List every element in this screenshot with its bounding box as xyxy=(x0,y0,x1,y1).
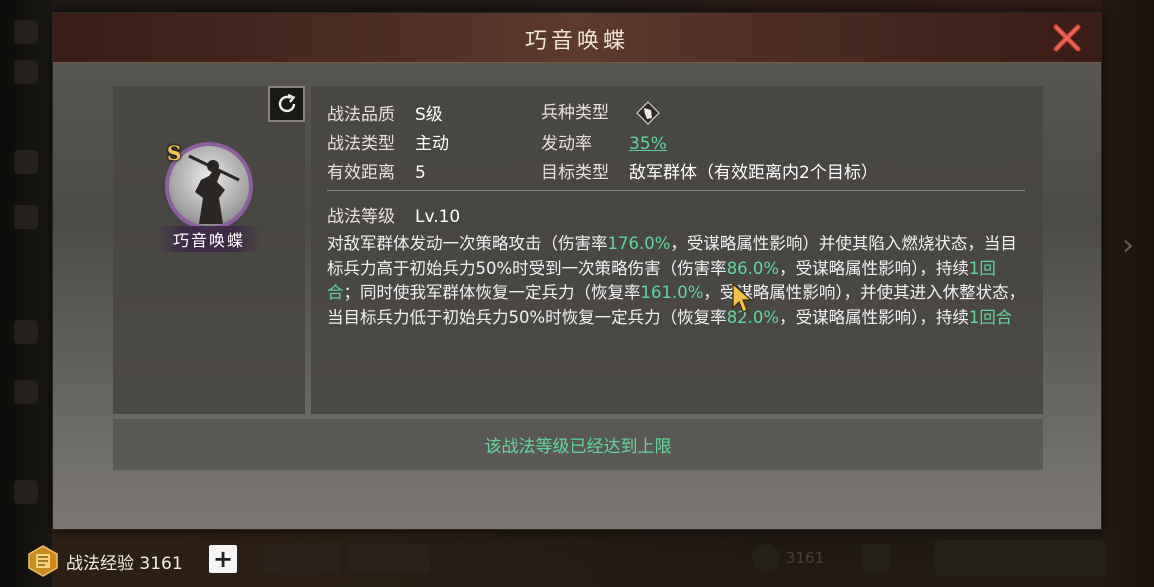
tactic-detail-dialog: 巧音唤蝶 S 巧音唤蝶 战法品质 S级 兵种类型 战法类型 主动 发动率 35%… xyxy=(52,12,1102,530)
close-x-icon xyxy=(1053,24,1081,52)
right-rail: › xyxy=(1102,0,1154,587)
level-label: 战法等级 xyxy=(327,207,395,227)
background-button xyxy=(935,540,1105,576)
desc-text: ；同时使我军群体恢复一定兵力（恢复率 xyxy=(343,283,641,302)
background-button xyxy=(350,544,430,574)
trigger-rate-value[interactable]: 35% xyxy=(629,134,667,154)
background-button xyxy=(265,544,340,574)
target-label: 目标类型 xyxy=(541,163,609,183)
exp-label: 战法经验 xyxy=(66,554,134,574)
desc-highlight: 1回合 xyxy=(968,307,1013,327)
range-row: 有效距离 5 xyxy=(327,158,426,183)
cavalry-unit-icon xyxy=(636,101,660,125)
trigger-rate-row: 发动率 35% xyxy=(541,129,667,154)
info-panel: 战法品质 S级 兵种类型 战法类型 主动 发动率 35% 有效距离 5 目标类型 敌军群体… xyxy=(311,86,1043,414)
rail-icon xyxy=(14,380,38,404)
target-row: 目标类型 敌军群体（有效距离内2个目标） xyxy=(541,158,878,183)
type-value: 主动 xyxy=(415,134,449,154)
mouse-cursor-icon xyxy=(732,282,753,313)
exp-value: 3161 xyxy=(139,554,183,574)
troop-type-row: 兵种类型 xyxy=(541,98,661,126)
chevron-right-icon[interactable]: › xyxy=(1122,228,1134,263)
add-exp-button[interactable]: + xyxy=(209,545,237,573)
background-exp-value: 3161 xyxy=(786,549,825,567)
rail-icon xyxy=(14,60,38,84)
portrait-panel: S 巧音唤蝶 xyxy=(113,86,305,414)
desc-text: 对敌军群体发动一次策略攻击（伤害率 xyxy=(327,234,608,253)
tactic-description: 对敌军群体发动一次策略攻击（伤害率176.0%，受谋略属性影响）并使其陷入燃烧状… xyxy=(327,232,1027,330)
background-icon xyxy=(752,544,780,572)
rail-icon xyxy=(14,150,38,174)
desc-text: ，受谋略属性影响），持续 xyxy=(779,307,969,327)
desc-highlight: 86.0% xyxy=(726,258,780,278)
max-level-notice: 该战法等级已经达到上限 xyxy=(113,419,1043,470)
dialog-title: 巧音唤蝶 xyxy=(524,29,629,54)
quality-row: 战法品质 S级 xyxy=(327,100,443,125)
range-label: 有效距离 xyxy=(327,163,395,183)
desc-highlight: 161.0% xyxy=(640,283,704,302)
type-row: 战法类型 主动 xyxy=(327,129,449,154)
refresh-button[interactable] xyxy=(268,86,305,122)
trigger-rate-label: 发动率 xyxy=(541,134,592,154)
desc-text: ，受谋略属性影响），持续 xyxy=(779,258,969,278)
divider xyxy=(327,190,1025,191)
level-row: 战法等级 Lv.10 xyxy=(327,202,460,227)
background-icon xyxy=(862,544,890,572)
left-rail xyxy=(0,0,52,587)
footer-bar: 战法经验 3161 + 3161 xyxy=(0,530,1154,587)
exp-display: 战法经验 3161 xyxy=(66,549,183,574)
quality-label: 战法品质 xyxy=(327,105,395,125)
target-value: 敌军群体（有效距离内2个目标） xyxy=(629,163,878,183)
close-button[interactable] xyxy=(1047,19,1087,57)
rail-icon xyxy=(14,480,38,504)
rail-icon xyxy=(14,205,38,229)
plus-icon: + xyxy=(212,545,234,573)
type-label: 战法类型 xyxy=(327,134,395,154)
desc-highlight: 176.0% xyxy=(607,234,671,253)
rail-icon xyxy=(14,320,38,344)
grade-badge: S xyxy=(167,141,182,165)
rail-icon xyxy=(14,20,38,44)
tactic-name-plate: 巧音唤蝶 xyxy=(157,226,261,252)
refresh-icon xyxy=(278,93,295,113)
quality-value: S级 xyxy=(415,105,443,125)
level-value: Lv.10 xyxy=(415,207,461,227)
tactic-exp-icon xyxy=(28,545,58,577)
range-value: 5 xyxy=(415,163,426,183)
troop-type-label: 兵种类型 xyxy=(541,103,609,123)
title-bar: 巧音唤蝶 xyxy=(53,13,1101,63)
